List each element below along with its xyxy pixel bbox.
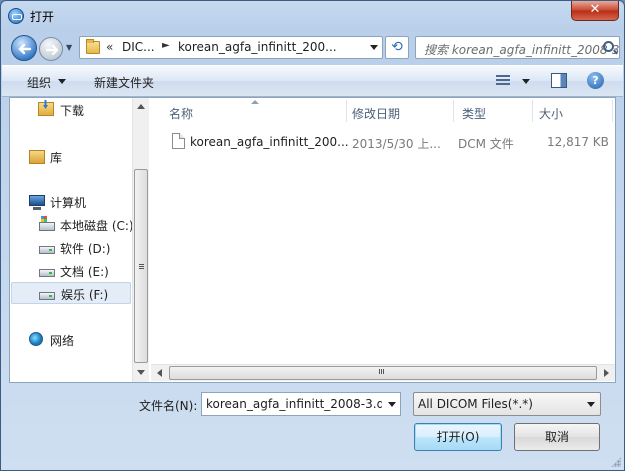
scroll-down-icon[interactable]	[137, 370, 145, 375]
library-icon	[29, 150, 45, 164]
nav-item-label: 本地磁盘 (C:)	[60, 219, 134, 233]
search-input[interactable]: 搜索 korean_agfa_infinitt_2008-3	[424, 41, 619, 58]
filename-label: 文件名(N):	[139, 399, 198, 413]
search-icon[interactable]	[603, 41, 614, 52]
system-drive-icon	[39, 216, 55, 231]
chevron-down-icon[interactable]	[522, 79, 530, 84]
filetype-select[interactable]: All DICOM Files(*.*)	[413, 392, 601, 416]
grip-icon	[139, 264, 144, 270]
filename-field[interactable]: korean_agfa_infinitt_2008-3.dcm	[201, 392, 401, 416]
file-icon	[172, 133, 185, 149]
nav-item-label: 库	[50, 151, 63, 165]
chevron-down-icon	[587, 402, 595, 407]
resize-grip[interactable]	[611, 457, 621, 467]
horizontal-scrollbar[interactable]	[151, 364, 615, 381]
open-button[interactable]: 打开(O)	[414, 423, 502, 451]
scroll-right-icon[interactable]	[604, 369, 609, 377]
nav-item-label: 软件 (D:)	[60, 242, 111, 256]
search-box[interactable]: 搜索 korean_agfa_infinitt_2008-3	[415, 36, 620, 59]
nav-item-label: 计算机	[50, 196, 87, 210]
help-icon[interactable]: ?	[587, 72, 604, 89]
close-icon: ✕	[589, 2, 601, 17]
new-folder-button[interactable]: 新建文件夹	[94, 74, 154, 91]
column-label: 类型	[462, 107, 487, 121]
address-dropdown-icon[interactable]	[370, 45, 378, 50]
back-arrow-icon	[18, 43, 32, 55]
filetype-value: All DICOM Files(*.*)	[418, 397, 533, 411]
breadcrumb-item[interactable]: DIC...	[122, 40, 155, 54]
file-type: DCM 文件	[458, 137, 514, 151]
organize-button[interactable]: 组织	[27, 74, 51, 91]
scroll-up-icon[interactable]	[137, 104, 145, 109]
drive-icon	[39, 269, 55, 277]
nav-item-label: 下载	[60, 104, 85, 118]
navigation-scrollbar[interactable]	[132, 98, 149, 382]
close-button[interactable]: ✕	[571, 1, 619, 21]
nav-item-drive-c[interactable]: 本地磁盘 (C:)	[39, 214, 134, 236]
file-modified: 2013/5/30 上...	[352, 137, 441, 151]
forward-button[interactable]	[39, 37, 63, 61]
drive-icon	[39, 292, 55, 300]
chevron-down-icon	[58, 79, 66, 84]
nav-item-network[interactable]: 网络	[29, 329, 128, 351]
file-name: korean_agfa_infinitt_200...	[190, 135, 349, 149]
filename-value[interactable]: korean_agfa_infinitt_2008-3.dcm	[206, 397, 382, 411]
scrollbar-thumb[interactable]	[134, 169, 148, 363]
folder-icon	[86, 39, 100, 54]
forward-arrow-icon	[45, 44, 59, 56]
command-toolbar: 组织 新建文件夹 ?	[2, 65, 623, 97]
download-folder-icon	[38, 102, 54, 116]
browser-content: 下载 库 计算机 本地磁盘 (C:) 软件 (D:) 文档 (E:) 娱乐 (F…	[9, 97, 616, 383]
sort-ascending-icon	[251, 100, 259, 104]
preview-pane-icon[interactable]	[551, 73, 567, 88]
column-header-type[interactable]: 类型	[454, 100, 532, 124]
nav-item-computer[interactable]: 计算机	[29, 191, 128, 213]
nav-item-drive-f[interactable]: 娱乐 (F:)	[11, 282, 131, 304]
recent-locations-dropdown[interactable]: ▼	[66, 42, 78, 54]
computer-icon	[29, 195, 45, 210]
title-bar[interactable]: 打开 ✕	[1, 1, 624, 31]
refresh-icon: ⟲	[391, 39, 403, 55]
drive-icon	[39, 246, 55, 254]
column-divider[interactable]	[612, 100, 613, 122]
column-header-name[interactable]: 名称	[151, 100, 346, 124]
column-header-size[interactable]: 大小	[533, 100, 613, 124]
file-list: 名称 修改日期 类型 大小 korean_agfa_infinitt_200..…	[151, 98, 615, 382]
nav-item-label: 文档 (E:)	[60, 265, 109, 279]
network-icon	[29, 332, 43, 346]
address-bar[interactable]: « DIC... ► korean_agfa_infinitt_200...	[79, 36, 383, 59]
chevron-down-icon[interactable]	[388, 402, 396, 407]
nav-item-library[interactable]: 库	[29, 146, 128, 168]
column-label: 名称	[169, 107, 194, 121]
column-header-modified[interactable]: 修改日期	[347, 100, 453, 124]
navigation-pane: 下载 库 计算机 本地磁盘 (C:) 软件 (D:) 文档 (E:) 娱乐 (F…	[10, 98, 149, 382]
column-label: 修改日期	[352, 107, 401, 121]
file-row[interactable]: korean_agfa_infinitt_200... 2013/5/30 上.…	[151, 131, 615, 153]
breadcrumb-overflow[interactable]: «	[106, 40, 113, 54]
breadcrumb-separator-icon[interactable]: ►	[162, 40, 170, 51]
column-label: 大小	[539, 107, 564, 121]
grip-icon	[379, 369, 385, 374]
nav-item-downloads[interactable]: 下载	[38, 99, 128, 121]
open-file-dialog: 打开 ✕ ▼ « DIC... ► korean_agfa_infinitt_2…	[0, 0, 625, 471]
nav-item-label: 网络	[50, 334, 75, 348]
nav-item-drive-e[interactable]: 文档 (E:)	[39, 260, 129, 282]
file-size: 12,817 KB	[547, 135, 609, 149]
scroll-left-icon[interactable]	[157, 369, 162, 377]
breadcrumb-item[interactable]: korean_agfa_infinitt_200...	[178, 40, 337, 54]
refresh-button[interactable]: ⟲	[385, 36, 409, 59]
cancel-button[interactable]: 取消	[514, 423, 600, 451]
nav-item-drive-d[interactable]: 软件 (D:)	[39, 237, 129, 259]
back-button[interactable]	[11, 35, 37, 61]
app-icon	[8, 8, 24, 24]
view-options-icon[interactable]	[496, 75, 510, 87]
window-title: 打开	[30, 10, 55, 24]
nav-item-label: 娱乐 (F:)	[61, 288, 109, 302]
